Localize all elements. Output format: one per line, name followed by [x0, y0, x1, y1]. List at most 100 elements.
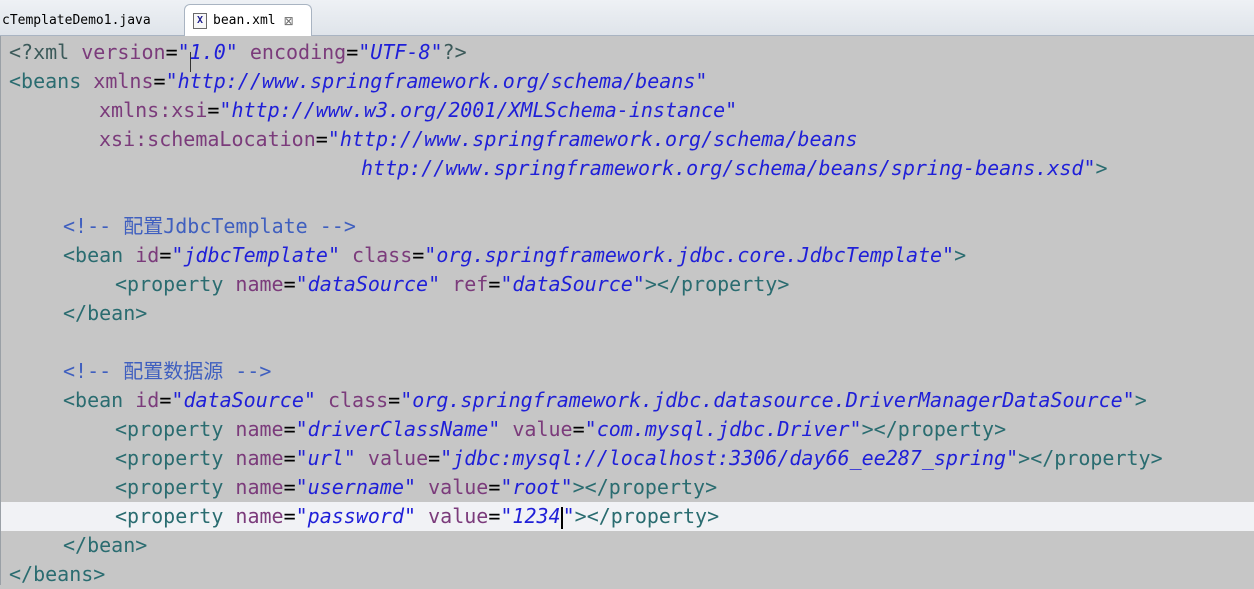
code-line: <property name="url" value="jdbc:mysql:/…	[115, 444, 1254, 473]
tag-open: <bean	[63, 388, 124, 412]
code-line: <beans xmlns="http://www.springframework…	[9, 67, 1254, 96]
comment: <!-- 配置数据源 -->	[63, 359, 272, 383]
editor-tab-bar: cTemplateDemo1.java X bean.xml ⊠	[0, 0, 1254, 36]
equals-sign: =	[572, 417, 585, 441]
attr-value: "http://www.springframework.org/schema/b…	[165, 69, 708, 93]
tag-close: </property>	[586, 504, 720, 528]
attr-value: "http://www.springframework.org/schema/b…	[327, 127, 858, 151]
tag-open: <property	[115, 446, 224, 470]
attr-value: "jdbcTemplate"	[171, 243, 340, 267]
attr-value: "driverClassName"	[295, 417, 501, 441]
attr-value: "org.springframework.jdbc.core.JdbcTempl…	[424, 243, 955, 267]
code-line: xmlns:xsi="http://www.w3.org/2001/XMLSch…	[99, 96, 1254, 125]
tag-end: >	[954, 243, 967, 267]
tag-open: <beans	[9, 69, 82, 93]
attr-value: "UTF-8"	[358, 40, 443, 64]
attr-name: class	[352, 243, 413, 267]
equals-sign: =	[283, 446, 296, 470]
tag-close: </bean>	[63, 533, 148, 557]
attr-value-quote: "	[562, 504, 575, 528]
equals-sign: =	[388, 388, 401, 412]
equals-sign: =	[488, 272, 501, 296]
equals-sign: =	[165, 40, 178, 64]
attr-value: "com.mysql.jdbc.Driver"	[584, 417, 862, 441]
tag-open: <property	[115, 475, 224, 499]
code-line: <property name="username" value="root"><…	[115, 473, 1254, 502]
attr-value: "org.springframework.jdbc.datasource.Dri…	[400, 388, 1135, 412]
equals-sign: =	[488, 504, 501, 528]
tag-open: <property	[115, 417, 224, 441]
equals-sign: =	[346, 40, 359, 64]
attr-name: encoding	[249, 40, 347, 64]
tag-close: </property>	[584, 475, 718, 499]
code-line: </bean>	[63, 531, 1254, 560]
equals-sign: =	[283, 417, 296, 441]
attr-value: "password"	[295, 504, 417, 528]
code-line: <?xml version="1.0" encoding="UTF-8"?>	[9, 38, 1254, 67]
tag-end: >	[1018, 446, 1031, 470]
equals-sign: =	[315, 127, 328, 151]
mouse-ibeam-cursor	[190, 52, 193, 72]
xml-code-editor[interactable]: <?xml version="1.0" encoding="UTF-8"?> <…	[0, 36, 1254, 586]
code-line: <!-- 配置数据源 -->	[63, 357, 1254, 386]
code-line: </bean>	[63, 299, 1254, 328]
tag-close: </beans>	[9, 562, 106, 586]
attr-name: name	[235, 417, 284, 441]
xml-declaration-close: ?>	[442, 40, 467, 64]
attr-value: "1234	[500, 504, 561, 528]
attr-name: id	[135, 243, 160, 267]
attr-value: "dataSource"	[171, 388, 316, 412]
attr-name: name	[235, 475, 284, 499]
equals-sign: =	[159, 243, 172, 267]
attr-name: value	[512, 417, 573, 441]
code-line: xsi:schemaLocation="http://www.springfra…	[99, 125, 1254, 154]
xml-file-icon: X	[193, 12, 207, 29]
attr-name: name	[235, 272, 284, 296]
code-line: <bean id="jdbcTemplate" class="org.sprin…	[63, 241, 1254, 270]
attr-value: "dataSource"	[295, 272, 441, 296]
attr-name: ref	[452, 272, 489, 296]
attr-value: "jdbc:mysql://localhost:3306/day66_ee287…	[440, 446, 1019, 470]
tag-close: </property>	[1030, 446, 1163, 470]
equals-sign: =	[283, 475, 296, 499]
tag-open: <property	[115, 272, 224, 296]
tag-end: >	[572, 475, 585, 499]
equals-sign: =	[153, 69, 166, 93]
code-line: <property name="dataSource" ref="dataSou…	[115, 270, 1254, 299]
attr-name: value	[367, 446, 429, 470]
current-code-line[interactable]: <property name="password" value="1234 "><…	[1, 502, 1254, 531]
attr-name: value	[428, 475, 489, 499]
attr-value: "username"	[295, 475, 417, 499]
equals-sign: =	[283, 504, 296, 528]
tab-bean-xml[interactable]: X bean.xml ⊠	[184, 4, 312, 36]
tag-open: <property	[115, 504, 224, 528]
attr-name: name	[235, 446, 284, 470]
equals-sign: =	[207, 98, 220, 122]
attr-name: name	[235, 504, 284, 528]
equals-sign: =	[159, 388, 172, 412]
attr-value: "dataSource"	[500, 272, 645, 296]
attr-value: "root"	[500, 475, 573, 499]
attr-name: xmlns	[93, 69, 154, 93]
equals-sign: =	[283, 272, 296, 296]
attr-value: "1.0"	[177, 40, 238, 64]
close-tab-icon[interactable]: ⊠	[284, 14, 294, 28]
attr-name: xsi:schemaLocation	[99, 127, 316, 151]
tab-ctemplatedemo1-java[interactable]: cTemplateDemo1.java	[0, 4, 176, 36]
code-line: <!-- 配置JdbcTemplate -->	[63, 212, 1254, 241]
xml-declaration-open: <?xml	[9, 40, 70, 64]
tag-close: </property>	[656, 272, 790, 296]
code-line: http://www.springframework.org/schema/be…	[361, 154, 1254, 183]
attr-name: id	[135, 388, 160, 412]
attr-name: value	[428, 504, 489, 528]
tag-close: </bean>	[63, 301, 148, 325]
equals-sign: =	[488, 475, 501, 499]
tab-label: cTemplateDemo1.java	[2, 12, 151, 28]
tag-end: >	[1095, 156, 1108, 180]
tag-end: >	[1134, 388, 1147, 412]
code-line: <bean id="dataSource" class="org.springf…	[63, 386, 1254, 415]
attr-name: version	[81, 40, 166, 64]
tag-close: </property>	[873, 417, 1007, 441]
attr-value: http://www.springframework.org/schema/be…	[361, 156, 1096, 180]
comment: <!-- 配置JdbcTemplate -->	[63, 214, 356, 238]
